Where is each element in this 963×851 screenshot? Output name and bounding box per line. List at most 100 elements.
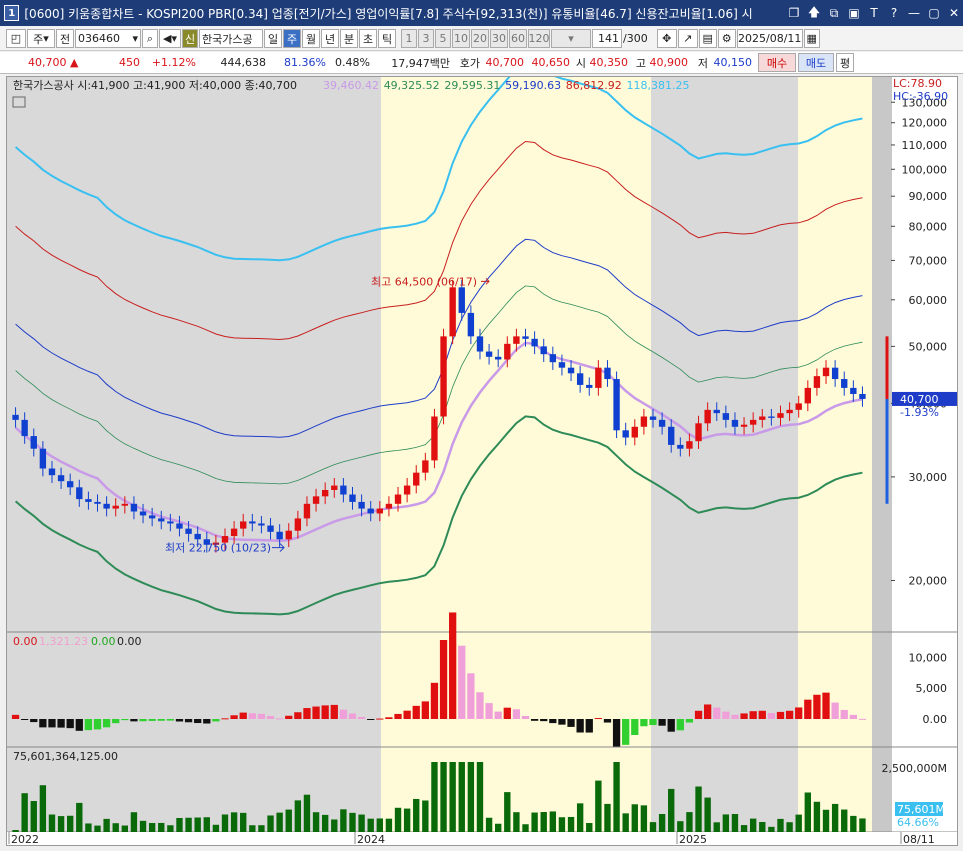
period-tab-월[interactable]: 월 [302, 29, 320, 48]
volume-bar [167, 825, 174, 832]
candle-body [804, 387, 811, 404]
volume-bar [504, 792, 511, 832]
trend-icon[interactable]: ↗ [677, 29, 698, 48]
ind-bar [376, 718, 384, 720]
y-tick-label: 80,000 [909, 220, 948, 233]
title-button-8[interactable]: ✕ [945, 4, 963, 22]
interval-30[interactable]: 30 [490, 29, 508, 48]
ind-bar [603, 719, 612, 723]
volume-bar [831, 803, 839, 832]
x-tick-label: 2022 [11, 833, 39, 845]
candle-body [294, 518, 302, 531]
ind-bar [221, 718, 229, 720]
code-input[interactable]: 036460 ▾ [75, 29, 141, 48]
candle-body [576, 373, 584, 385]
period-tab-분[interactable]: 분 [340, 29, 358, 48]
volume-bar [604, 803, 611, 832]
volume-bar [649, 822, 657, 832]
ind-bar [166, 719, 175, 721]
quote-bar: 40,700 ▲ 450 +1.12% 444,638 81.36% 0.48%… [0, 52, 963, 74]
ind-bar [239, 712, 247, 719]
price-chart-svg[interactable]: 130,000120,000110,000100,00090,00080,000… [7, 61, 957, 846]
ind-bar [658, 719, 666, 726]
volume-bar [658, 814, 666, 832]
interval-120[interactable]: 120 [528, 29, 550, 48]
sound-icon[interactable]: ◀▾ [159, 29, 181, 48]
volume-ratio: 81.36% [284, 56, 326, 69]
volume-bar [221, 814, 229, 832]
volume-bar [640, 805, 648, 832]
period-tab-년[interactable]: 년 [321, 29, 339, 48]
calendar-icon[interactable]: ▦ [803, 29, 820, 48]
prev-button[interactable]: 전 [56, 29, 74, 48]
volume-bar [467, 762, 475, 832]
title-button-4[interactable]: T [865, 4, 883, 22]
title-button-0[interactable]: ❐ [785, 4, 803, 22]
title-button-6[interactable]: — [905, 4, 923, 22]
candle-body [467, 312, 475, 337]
count-input[interactable]: 141 [592, 29, 622, 48]
chart-area[interactable]: 130,000 120,000 110,000 100,000 90,000 80,000… [6, 61, 958, 846]
candle-body [749, 419, 757, 425]
ind-bar [439, 639, 448, 719]
volume-bar [385, 818, 393, 832]
ind-bar [458, 645, 466, 719]
save-icon[interactable]: ▤ [698, 29, 717, 48]
eval-button[interactable]: 평 [836, 53, 854, 72]
volume-bar [540, 812, 547, 832]
legend-ma-0: 39,460.42 [323, 79, 379, 92]
title-button-5[interactable]: ? [885, 4, 903, 22]
volume-bar [804, 792, 811, 832]
period-tab-주[interactable]: 주 [283, 29, 301, 48]
candle-body [276, 531, 283, 540]
volume-bar [130, 812, 138, 832]
ind-bar [357, 716, 366, 719]
period-tab-틱[interactable]: 틱 [378, 29, 396, 48]
volume-bar [349, 812, 356, 832]
interval-60[interactable]: 60 [509, 29, 527, 48]
title-button-2[interactable]: ⧉ [825, 4, 843, 22]
candle-body [476, 336, 484, 352]
interval-10[interactable]: 10 [452, 29, 470, 48]
ind-bar [503, 707, 511, 719]
interval-select[interactable]: ▾ [551, 29, 591, 48]
candle-body [340, 485, 347, 495]
volume-bar [677, 821, 684, 832]
volume-bar [567, 816, 575, 832]
interval-5[interactable]: 5 [435, 29, 451, 48]
candle-body [722, 413, 730, 420]
ind-bar [804, 699, 812, 719]
period-tab-일[interactable]: 일 [264, 29, 282, 48]
y-tick-label: 120,000 [902, 117, 948, 130]
candle-body [376, 508, 383, 514]
vol-legend: 75,601,364,125.00 [13, 750, 118, 763]
title-button-1[interactable]: 🡅 [805, 4, 823, 22]
cross-icon[interactable]: ✥ [656, 29, 677, 48]
interval-3[interactable]: 3 [418, 29, 434, 48]
period-tab-초[interactable]: 초 [359, 29, 377, 48]
legend-main: 한국가스공사 시:41,900 고:41,900 저:40,000 종:40,7… [13, 79, 297, 92]
volume-bar [413, 798, 420, 832]
interval-1[interactable]: 1 [401, 29, 417, 48]
candle-body [549, 354, 557, 363]
volume-bar [786, 822, 793, 832]
period-type-select[interactable]: 주 ▾ [27, 29, 55, 48]
layout-icon[interactable]: ◰ [6, 29, 26, 48]
buy-button[interactable]: 매수 [758, 53, 796, 72]
candle-body [440, 336, 447, 417]
date-input[interactable]: 2025/08/11 [736, 29, 803, 48]
volume-bar [57, 816, 65, 832]
candle-body [640, 416, 648, 427]
ind-tick: 5,000 [916, 682, 948, 695]
search-icon[interactable]: ⌕ [142, 29, 158, 48]
sell-button[interactable]: 매도 [798, 53, 834, 72]
ind-tick: 10,000 [909, 651, 948, 664]
interval-20[interactable]: 20 [471, 29, 489, 48]
gear-icon[interactable]: ⚙ [717, 29, 736, 48]
title-button-7[interactable]: ▢ [925, 4, 943, 22]
up-arrow-icon: ▲ [70, 56, 79, 69]
title-button-3[interactable]: ▣ [845, 4, 863, 22]
volume-bar [139, 820, 147, 832]
ind-bar [312, 706, 320, 719]
candle-body [67, 481, 74, 488]
